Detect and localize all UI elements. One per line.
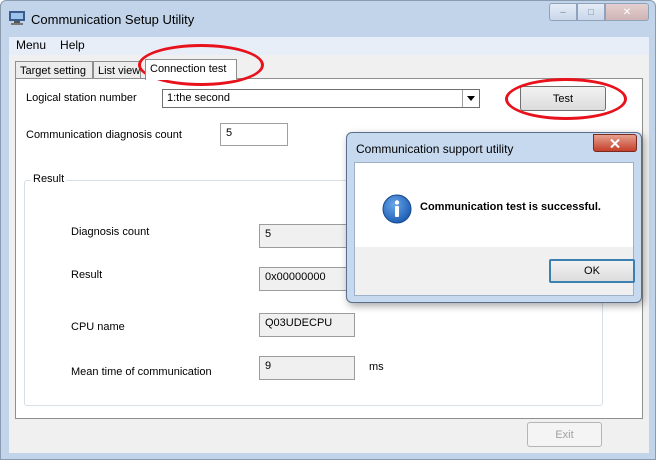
title-bar[interactable]: Communication Setup Utility – □ ✕ <box>1 1 655 37</box>
dialog-message: Communication test is successful. <box>420 201 601 213</box>
mean-time-value: 9 <box>259 356 355 380</box>
maximize-button[interactable]: □ <box>577 3 605 21</box>
message-dialog: Communication support utility Communicat… <box>346 132 642 303</box>
mean-time-label: Mean time of communication <box>71 366 212 378</box>
menu-bar: Menu Help <box>9 37 649 55</box>
tab-connection-test[interactable]: Connection test <box>145 59 237 80</box>
diagnosis-count-label: Diagnosis count <box>71 226 150 238</box>
minimize-button[interactable]: – <box>549 3 577 21</box>
chevron-down-icon[interactable] <box>462 90 479 107</box>
dialog-title: Communication support utility <box>356 142 514 156</box>
minimize-icon: – <box>560 6 566 18</box>
diag-count-label: Communication diagnosis count <box>26 129 182 141</box>
logical-station-value: 1:the second <box>167 92 230 104</box>
dialog-body: Communication test is successful. OK <box>354 162 635 296</box>
close-icon: ✕ <box>622 6 632 18</box>
dialog-footer: OK <box>355 247 635 295</box>
result-group-title: Result <box>31 173 67 185</box>
result-label: Result <box>71 269 103 281</box>
ok-button[interactable]: OK <box>549 259 635 283</box>
menu-item-help[interactable]: Help <box>53 37 92 53</box>
test-button[interactable]: Test <box>520 86 606 111</box>
cpu-name-value: Q03UDECPU <box>259 313 355 337</box>
window-title: Communication Setup Utility <box>31 12 195 27</box>
exit-button[interactable]: Exit <box>527 422 602 447</box>
diagnosis-count-value: 5 <box>259 224 355 248</box>
logical-station-label: Logical station number <box>26 92 137 104</box>
close-icon <box>610 138 620 148</box>
maximize-icon: □ <box>587 6 595 18</box>
close-button[interactable]: ✕ <box>605 3 649 21</box>
menu-item-menu[interactable]: Menu <box>9 37 53 53</box>
mean-time-unit: ms <box>369 361 384 373</box>
cpu-name-label: CPU name <box>71 321 125 333</box>
dialog-close-button[interactable] <box>593 134 637 152</box>
app-icon <box>9 11 25 25</box>
result-value: 0x00000000 <box>259 267 355 291</box>
logical-station-select[interactable]: 1:the second <box>162 89 480 108</box>
info-icon <box>382 194 412 224</box>
diag-count-input[interactable]: 5 <box>220 123 288 146</box>
tab-list-view[interactable]: List view <box>93 61 141 79</box>
tab-target-setting[interactable]: Target setting <box>15 61 93 79</box>
